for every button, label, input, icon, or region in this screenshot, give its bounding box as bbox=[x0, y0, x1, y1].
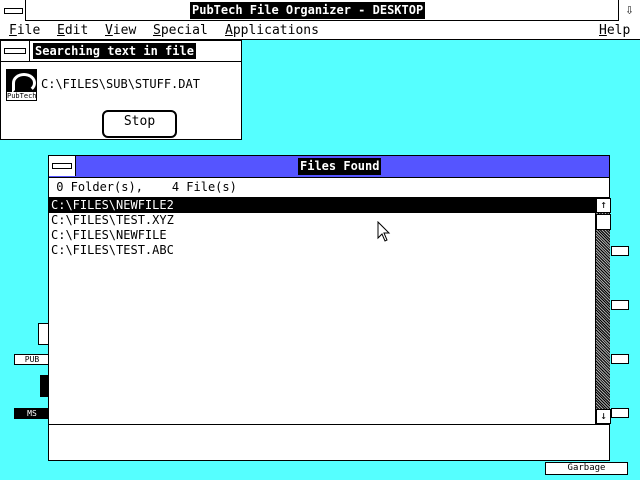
minimize-button[interactable]: ⇩ bbox=[618, 0, 640, 21]
menu-view[interactable]: View bbox=[105, 22, 136, 39]
pub-icon-label[interactable]: PUB bbox=[14, 354, 50, 365]
dialog-system-menu-button[interactable] bbox=[1, 41, 30, 61]
desktop-icon-fragment[interactable] bbox=[611, 246, 629, 256]
current-file-path: C:\FILES\SUB\STUFF.DAT bbox=[41, 77, 200, 91]
system-menu-icon bbox=[52, 163, 72, 169]
menu-special[interactable]: Special bbox=[153, 22, 208, 39]
list-item[interactable]: C:\FILES\TEST.ABC bbox=[49, 243, 595, 258]
list-item[interactable]: C:\FILES\NEWFILE2 bbox=[49, 198, 595, 213]
app-title: PubTech File Organizer - DESKTOP bbox=[190, 2, 426, 19]
list-item[interactable]: C:\FILES\TEST.XYZ bbox=[49, 213, 595, 228]
stop-button[interactable]: Stop bbox=[102, 110, 177, 138]
main-title-bar: PubTech File Organizer - DESKTOP ⇩ bbox=[0, 0, 640, 21]
pubtech-logo-icon: PubTech bbox=[6, 69, 37, 101]
system-menu-button[interactable] bbox=[0, 0, 26, 21]
files-list[interactable]: C:\FILES\NEWFILE2 C:\FILES\TEST.XYZ C:\F… bbox=[49, 198, 595, 424]
mouse-pointer-icon bbox=[377, 221, 391, 242]
menu-applications[interactable]: Applications bbox=[225, 22, 319, 39]
menu-edit[interactable]: Edit bbox=[57, 22, 88, 39]
files-found-title-bar[interactable]: Files Found bbox=[49, 156, 609, 178]
files-found-title: Files Found bbox=[298, 158, 382, 175]
system-menu-icon bbox=[4, 48, 26, 54]
garbage-icon-label[interactable]: Garbage bbox=[545, 462, 628, 475]
scroll-thumb[interactable] bbox=[596, 214, 611, 230]
menu-file[interactable]: File bbox=[9, 22, 40, 39]
status-bar bbox=[49, 424, 609, 461]
list-item[interactable]: C:\FILES\NEWFILE bbox=[49, 228, 595, 243]
vertical-scrollbar[interactable]: ↑ ↓ bbox=[595, 198, 611, 424]
scroll-up-arrow-icon[interactable]: ↑ bbox=[596, 198, 611, 213]
files-found-window: Files Found 0 Folder(s), 4 File(s) C:\FI… bbox=[48, 155, 611, 461]
ms-icon-label[interactable]: MS bbox=[14, 408, 50, 419]
desktop-icon-fragment[interactable] bbox=[611, 354, 629, 364]
desktop-icon-fragment[interactable] bbox=[611, 408, 629, 418]
folder-file-counts: 0 Folder(s), 4 File(s) bbox=[49, 177, 609, 198]
search-dialog: Searching text in file PubTech C:\FILES\… bbox=[0, 40, 242, 140]
system-menu-icon bbox=[4, 8, 23, 14]
search-dialog-title-bar: Searching text in file bbox=[1, 41, 241, 62]
window-system-menu-button[interactable] bbox=[49, 156, 76, 176]
search-dialog-title: Searching text in file bbox=[33, 43, 196, 59]
scroll-down-arrow-icon[interactable]: ↓ bbox=[596, 409, 611, 424]
menu-help[interactable]: Help bbox=[599, 22, 630, 39]
desktop-icon-fragment[interactable] bbox=[611, 300, 629, 310]
menu-bar: File Edit View Special Applications Help bbox=[0, 21, 640, 40]
